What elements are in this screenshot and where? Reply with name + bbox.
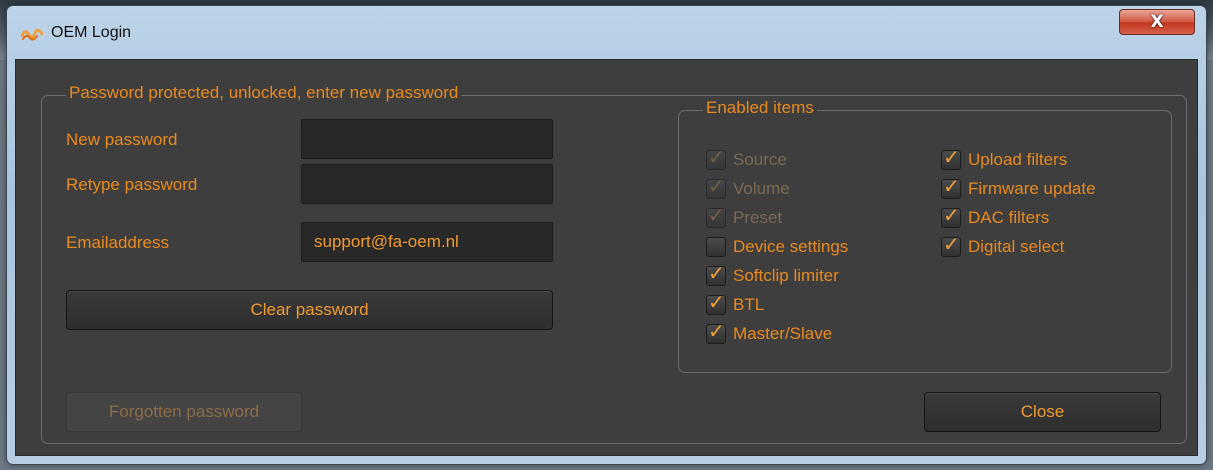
checkbox-label: BTL <box>733 295 765 314</box>
email-label: Emailaddress <box>66 233 169 252</box>
check-icon: ✓ <box>708 145 725 169</box>
checkbox-label: DAC filters <box>968 208 1050 227</box>
retype-password-label: Retype password <box>66 175 198 194</box>
checkbox[interactable]: ✓ <box>941 232 961 257</box>
window-close-button[interactable]: X <box>1119 9 1195 35</box>
checkbox: ✓ <box>706 174 726 199</box>
enabled-item-dac-filters[interactable]: ✓ DAC filters <box>941 205 1049 231</box>
enabled-item-device-settings[interactable]: Device settings <box>706 234 848 260</box>
window-title: OEM Login <box>51 24 132 41</box>
new-password-input[interactable] <box>301 119 553 159</box>
new-password-label: New password <box>66 130 178 149</box>
checkbox[interactable]: ✓ <box>706 261 726 286</box>
retype-password-input[interactable] <box>301 164 553 204</box>
dialog-body: Password protected, unlocked, enter new … <box>15 59 1198 456</box>
enabled-item-digital-select[interactable]: ✓ Digital select <box>941 234 1064 260</box>
checkbox[interactable]: ✓ <box>941 203 961 228</box>
checkbox[interactable]: ✓ <box>706 290 726 315</box>
check-icon: ✓ <box>943 203 960 227</box>
enabled-item-source: ✓ Source <box>706 147 787 173</box>
check-icon: ✓ <box>708 261 725 285</box>
enabled-item-softclip-limiter[interactable]: ✓ Softclip limiter <box>706 263 839 289</box>
enabled-item-btl[interactable]: ✓ BTL <box>706 292 764 318</box>
check-icon: ✓ <box>708 319 725 343</box>
checkbox[interactable]: ✓ <box>706 319 726 344</box>
checkbox-label: Volume <box>733 179 790 198</box>
check-icon: ✓ <box>708 203 725 227</box>
title-bar[interactable]: OEM Login X <box>7 6 1206 60</box>
clear-password-button[interactable]: Clear password <box>66 290 553 330</box>
checkbox[interactable]: ✓ <box>941 174 961 199</box>
check-icon: ✓ <box>943 145 960 169</box>
checkbox-label: Source <box>733 150 787 169</box>
check-icon: ✓ <box>943 174 960 198</box>
enabled-item-master-slave[interactable]: ✓ Master/Slave <box>706 321 832 347</box>
checkbox-label: Firmware update <box>968 179 1096 198</box>
close-button[interactable]: Close <box>924 392 1161 432</box>
oem-login-dialog: OEM Login X Password protected, unlocked… <box>6 5 1207 465</box>
checkbox-label: Softclip limiter <box>733 266 839 285</box>
enabled-item-upload-filters[interactable]: ✓ Upload filters <box>941 147 1067 173</box>
enabled-items-legend: Enabled items <box>703 98 817 118</box>
checkbox-label: Preset <box>733 208 783 227</box>
close-icon: X <box>1150 12 1164 32</box>
enabled-item-volume: ✓ Volume <box>706 176 790 202</box>
check-icon: ✓ <box>943 232 960 256</box>
app-logo-icon <box>21 28 43 41</box>
enabled-item-firmware-update[interactable]: ✓ Firmware update <box>941 176 1096 202</box>
checkbox-label: Master/Slave <box>733 324 833 343</box>
email-input[interactable] <box>301 222 553 262</box>
checkbox: ✓ <box>706 203 726 228</box>
checkbox[interactable]: ✓ <box>941 145 961 170</box>
check-icon: ✓ <box>708 174 725 198</box>
enabled-item-preset: ✓ Preset <box>706 205 782 231</box>
forgotten-password-button[interactable]: Forgotten password <box>66 392 302 432</box>
checkbox: ✓ <box>706 145 726 170</box>
checkbox-label: Digital select <box>968 237 1065 256</box>
check-icon: ✓ <box>708 290 725 314</box>
checkbox-label: Device settings <box>733 237 849 256</box>
checkbox[interactable] <box>706 237 726 257</box>
password-group-legend: Password protected, unlocked, enter new … <box>66 83 462 103</box>
checkbox-label: Upload filters <box>968 150 1068 169</box>
